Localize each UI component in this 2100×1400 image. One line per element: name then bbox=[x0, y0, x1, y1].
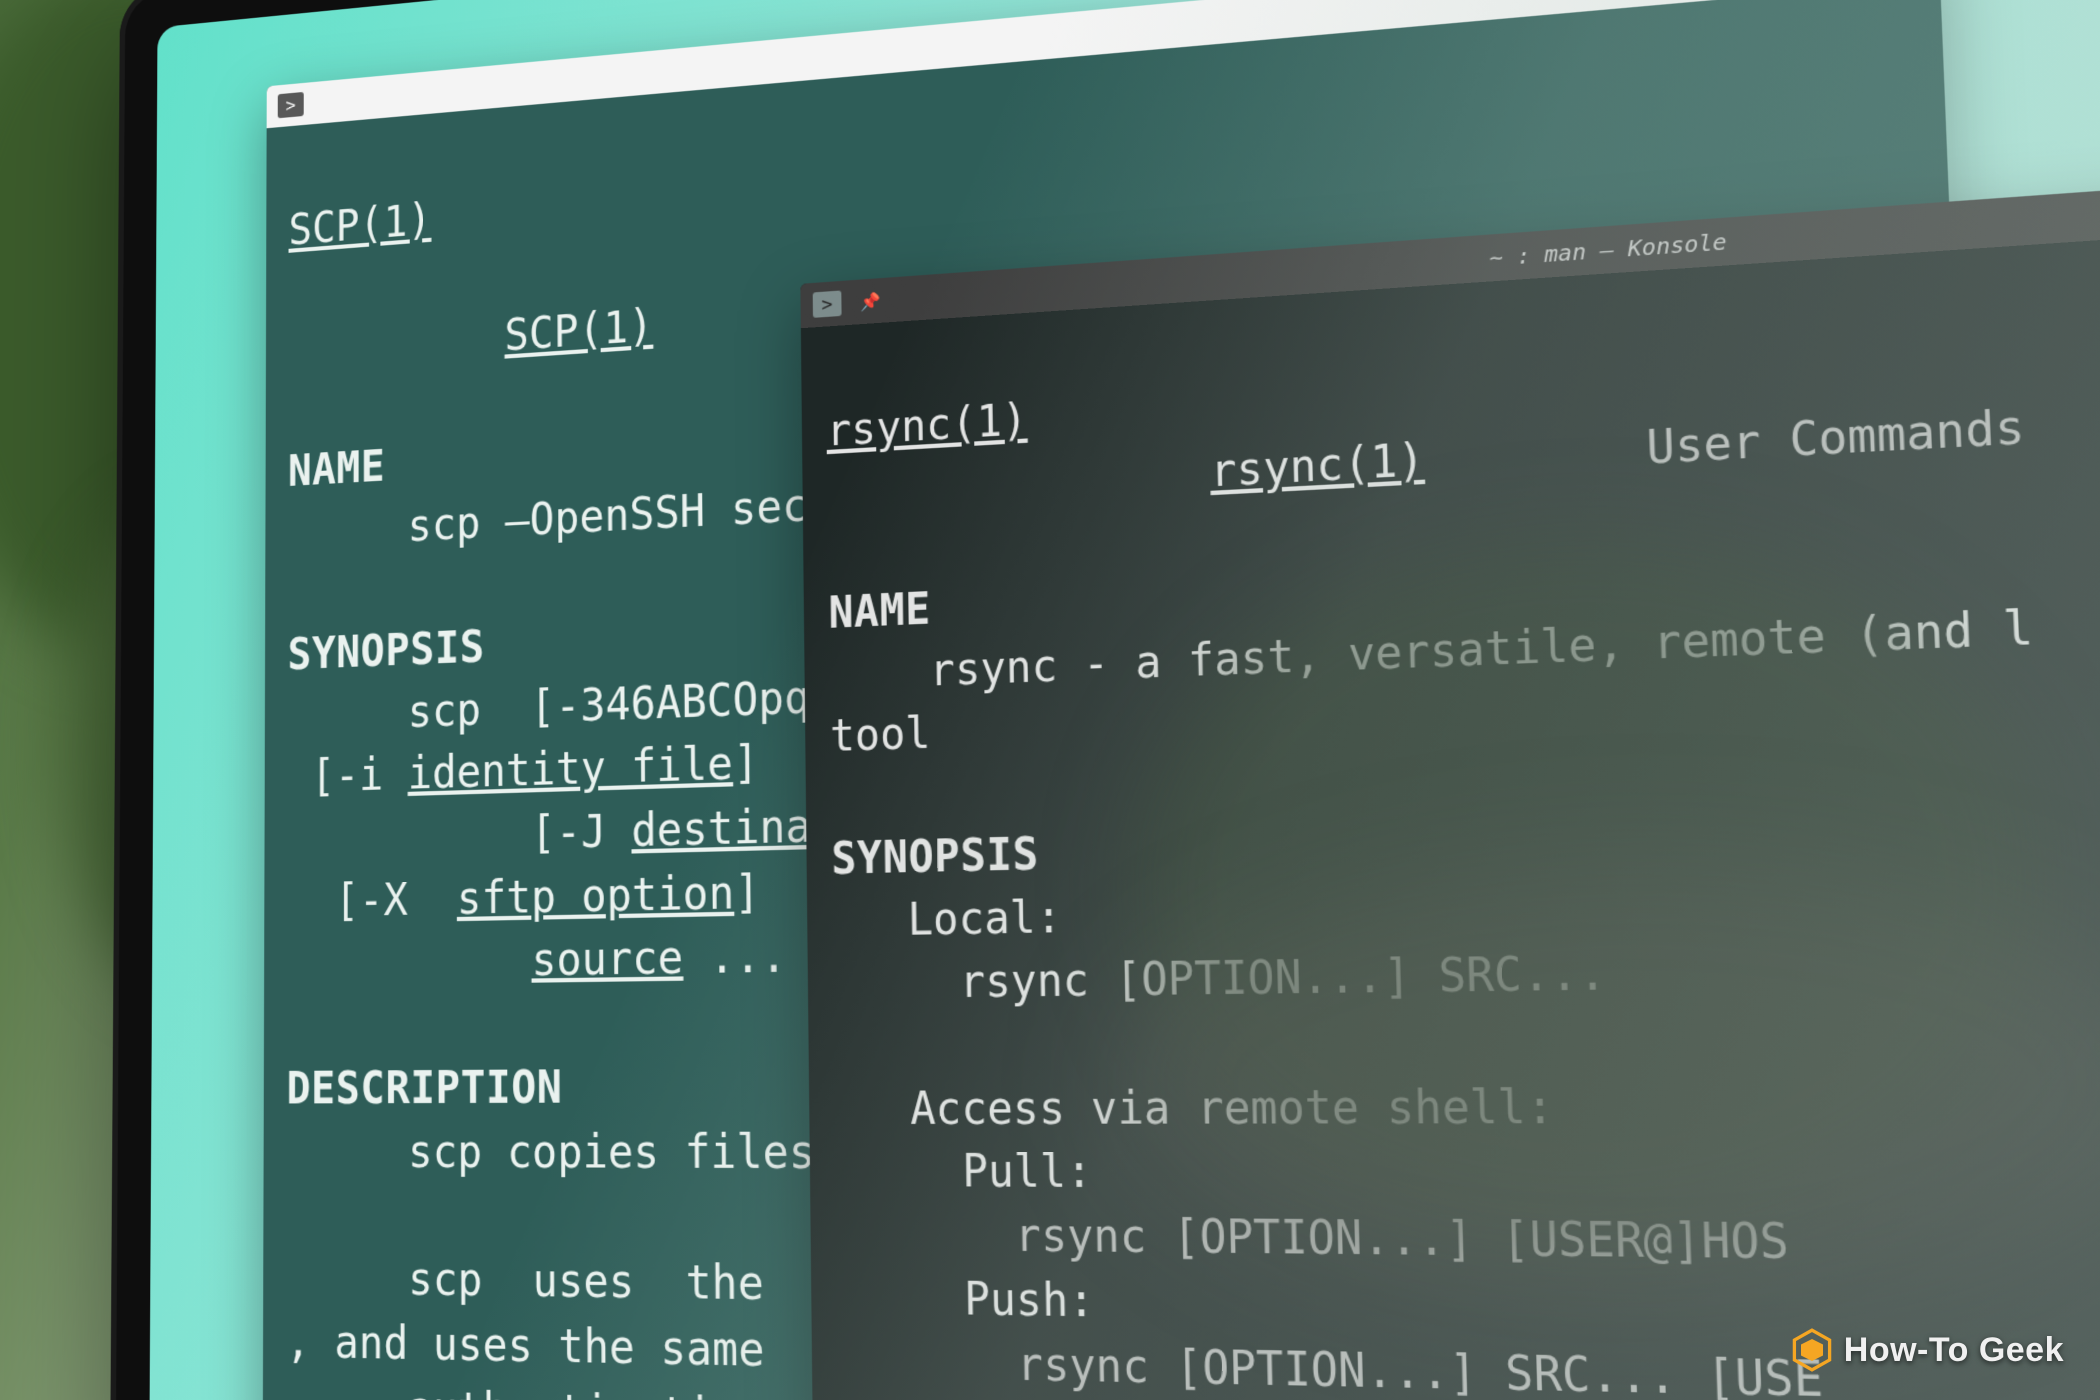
howtogeek-logo-icon bbox=[1790, 1328, 1834, 1372]
scene: > SCP(1) SCP(1) General Commands Manual … bbox=[0, 0, 2100, 1400]
laptop-screen: > SCP(1) SCP(1) General Commands Manual … bbox=[149, 0, 2100, 1400]
man-text bbox=[287, 934, 532, 989]
watermark: How-To Geek bbox=[1790, 1328, 2064, 1372]
man-text: scp uses the S bbox=[286, 1252, 843, 1312]
man-text: Push: bbox=[836, 1272, 1095, 1327]
man-text: [-X bbox=[287, 872, 457, 927]
section-name: NAME bbox=[288, 441, 385, 497]
man-text: , and uses the same bbox=[286, 1315, 765, 1377]
man-text: ... bbox=[683, 929, 813, 984]
spacer bbox=[827, 446, 1211, 517]
man-arg: identity file bbox=[408, 737, 734, 799]
man-text: [-J bbox=[287, 804, 631, 865]
man-text: Local: bbox=[832, 892, 1062, 947]
man-text: [-i bbox=[287, 748, 407, 803]
man-text: ] bbox=[733, 736, 759, 790]
section-description: DESCRIPTION bbox=[286, 1061, 562, 1114]
spacer bbox=[1424, 422, 1648, 486]
man-text: rsync [OPTION...] SRC... [USE bbox=[837, 1336, 1824, 1400]
man-header-left: SCP(1) bbox=[289, 194, 432, 255]
section-synopsis: SYNOPSIS bbox=[831, 830, 1039, 885]
man-text: scp [-346ABCOpqR bbox=[287, 669, 836, 741]
section-name: NAME bbox=[828, 585, 931, 639]
laptop: > SCP(1) SCP(1) General Commands Manual … bbox=[110, 0, 2100, 1400]
terminal-icon: > bbox=[813, 290, 842, 317]
man-arg: sftp option bbox=[457, 866, 735, 924]
man-header-center: rsync(1) bbox=[1210, 434, 1426, 497]
man-text: authentication an bbox=[286, 1378, 845, 1400]
pin-icon[interactable]: 📌 bbox=[856, 287, 885, 315]
man-header-right: User Commands bbox=[1646, 401, 2026, 475]
man-text: Pull: bbox=[835, 1146, 1093, 1198]
terminal-icon: > bbox=[278, 92, 304, 118]
watermark-text: How-To Geek bbox=[1844, 1331, 2064, 1370]
window-title: ~ : man — Konsole bbox=[1489, 228, 1727, 272]
man-text: ] bbox=[734, 865, 760, 919]
man-arg: source bbox=[531, 931, 683, 986]
man-header-center: SCP(1) bbox=[504, 299, 653, 360]
man-header-left: rsync(1) bbox=[826, 395, 1028, 456]
section-synopsis: SYNOPSIS bbox=[288, 621, 485, 680]
spacer bbox=[288, 265, 504, 375]
man-text: scp copies files bbox=[286, 1125, 815, 1179]
man-text bbox=[833, 1021, 834, 1072]
man-text: tool bbox=[830, 708, 931, 761]
